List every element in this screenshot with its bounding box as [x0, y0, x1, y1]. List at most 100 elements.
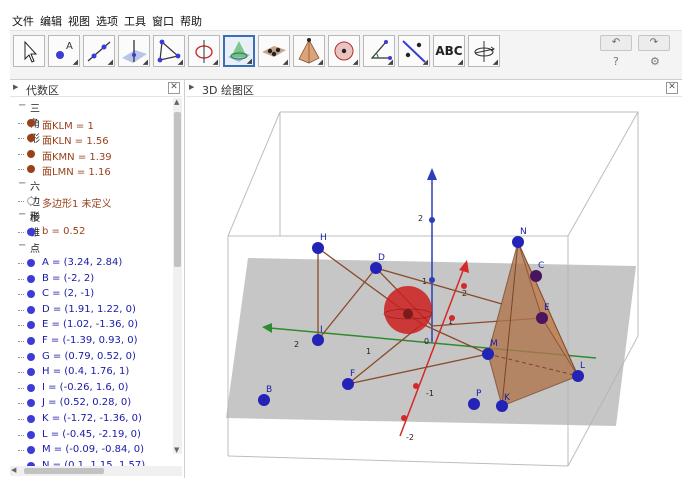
algebra-item[interactable]: M = (-0.09, -0.84, 0) — [10, 443, 170, 458]
algebra-item[interactable]: 面LMN = 1.16 — [10, 162, 170, 179]
visibility-toggle-icon[interactable] — [27, 149, 35, 158]
collapse-minus-icon[interactable]: − — [18, 240, 26, 251]
visibility-toggle-icon[interactable] — [27, 368, 35, 377]
algebra-scroll-thumb[interactable] — [174, 112, 181, 267]
graphics-3d-canvas[interactable]: 2 1 2 1 2 1 0 -1 -2 H D N C E I M F B P … — [186, 96, 682, 478]
collapse-minus-icon[interactable]: − — [18, 209, 26, 220]
point-P[interactable] — [468, 398, 480, 410]
visibility-toggle-icon[interactable] — [27, 134, 35, 143]
point-L[interactable] — [572, 370, 584, 382]
sphere-tool-button[interactable]: ◢ — [328, 35, 360, 67]
algebra-close-icon[interactable]: ✕ — [168, 82, 180, 94]
algebra-item[interactable]: D = (1.91, 1.22, 0) — [10, 303, 170, 318]
algebra-item[interactable]: 面KLN = 1.56 — [10, 131, 170, 147]
point-E[interactable] — [536, 312, 548, 324]
collapse-triangle-icon[interactable]: ▶ — [189, 83, 194, 91]
visibility-toggle-icon[interactable] — [27, 118, 35, 127]
algebra-hscrollbar[interactable]: ◀ — [10, 466, 182, 476]
algebra-item-text: K = (-1.72, -1.36, 0) — [42, 413, 142, 424]
collapse-minus-icon[interactable]: − — [18, 100, 26, 111]
visibility-toggle-icon[interactable] — [27, 227, 35, 236]
menu-bar: 文件 编辑 视图 选项 工具 窗口 帮助 — [10, 10, 682, 31]
help-icon[interactable]: ? — [613, 55, 619, 68]
menu-view[interactable]: 视图 — [68, 13, 90, 29]
graphics-close-icon[interactable]: ✕ — [666, 82, 678, 94]
algebra-hscroll-thumb[interactable] — [24, 468, 104, 474]
circle-axis-tool-button[interactable]: ◢ — [188, 35, 220, 67]
algebra-item[interactable]: E = (1.02, -1.36, 0) — [10, 318, 170, 333]
point-M[interactable] — [482, 348, 494, 360]
perpendicular-tool-button[interactable]: ◢ — [118, 35, 150, 67]
algebra-item[interactable]: B = (-2, 2) — [10, 272, 170, 287]
algebra-item[interactable]: H = (0.4, 1.76, 1) — [10, 365, 170, 380]
intersect-tool-button[interactable]: ◢ — [223, 35, 255, 67]
algebra-item[interactable]: K = (-1.72, -1.36, 0) — [10, 412, 170, 427]
tree-connector — [18, 325, 24, 327]
visibility-toggle-icon[interactable] — [27, 415, 35, 423]
visibility-toggle-icon[interactable] — [27, 430, 35, 439]
visibility-toggle-icon[interactable] — [27, 274, 35, 283]
scroll-left-icon[interactable]: ◀ — [11, 466, 16, 474]
algebra-item[interactable]: 多边形1 未定义 — [10, 194, 170, 210]
visibility-toggle-icon[interactable] — [27, 165, 35, 174]
algebra-item[interactable]: L = (-0.45, -2.19, 0) — [10, 428, 170, 443]
visibility-toggle-icon[interactable] — [27, 321, 35, 330]
menu-edit[interactable]: 编辑 — [40, 13, 62, 29]
menu-window[interactable]: 窗口 — [152, 13, 174, 29]
point-I[interactable] — [312, 334, 324, 346]
menu-help[interactable]: 帮助 — [180, 13, 202, 29]
redo-button[interactable]: ↷ — [638, 35, 670, 51]
visibility-toggle-icon[interactable] — [27, 337, 35, 345]
undo-button[interactable]: ↶ — [600, 35, 632, 51]
algebra-item[interactable]: A = (3.24, 2.84) — [10, 256, 170, 271]
algebra-item[interactable]: J = (0.52, 0.28, 0) — [10, 396, 170, 411]
visibility-toggle-icon[interactable] — [27, 399, 35, 408]
algebra-item[interactable]: 面KLM = 1 — [10, 116, 170, 132]
visibility-toggle-icon[interactable] — [27, 259, 35, 267]
algebra-item[interactable]: C = (2, -1) — [10, 287, 170, 302]
angle-tool-button[interactable]: ◢ — [363, 35, 395, 67]
point-tool-button[interactable]: A ◢ — [48, 35, 80, 67]
plane-tool-button[interactable]: ◢ — [258, 35, 290, 67]
algebra-item-text: 面LMN = 1.16 — [42, 167, 111, 179]
menu-options[interactable]: 选项 — [96, 13, 118, 29]
algebra-item[interactable]: b = 0.52 — [10, 225, 170, 240]
visibility-toggle-icon[interactable] — [27, 352, 35, 361]
collapse-minus-icon[interactable]: − — [18, 178, 26, 189]
polygon-tool-button[interactable]: ◢ — [153, 35, 185, 67]
point-F[interactable] — [342, 378, 354, 390]
x-axis-point — [413, 383, 419, 389]
visibility-toggle-icon[interactable] — [27, 305, 35, 314]
visibility-toggle-icon[interactable] — [27, 196, 35, 205]
algebra-item[interactable]: F = (-1.39, 0.93, 0) — [10, 334, 170, 349]
scroll-down-icon[interactable]: ▼ — [174, 446, 179, 454]
label-F: F — [350, 369, 355, 379]
scroll-up-icon[interactable]: ▲ — [174, 98, 179, 106]
visibility-toggle-icon[interactable] — [27, 290, 35, 299]
tree-connector — [18, 294, 24, 296]
pyramid-tool-button[interactable]: ◢ — [293, 35, 325, 67]
point-D[interactable] — [370, 262, 382, 274]
point-C[interactable] — [530, 270, 542, 282]
point-N[interactable] — [512, 236, 524, 248]
svg-text:A: A — [66, 41, 73, 52]
graphics-3d-view[interactable]: ▶ 3D 绘图区 ✕ 2 1 2 1 2 1 0 -1 -2 H D N C E… — [186, 80, 682, 478]
reflect-tool-button[interactable]: ◢ — [398, 35, 430, 67]
algebra-item[interactable]: 面KMN = 1.39 — [10, 147, 170, 163]
visibility-toggle-icon[interactable] — [27, 446, 35, 455]
tree-connector — [18, 403, 24, 405]
algebra-item[interactable]: G = (0.79, 0.52, 0) — [10, 350, 170, 365]
rotate-view-tool-button[interactable]: ◢ — [468, 35, 500, 67]
algebra-scrollbar[interactable]: ▲ ▼ — [173, 98, 182, 454]
point-H[interactable] — [312, 242, 324, 254]
point-B[interactable] — [258, 394, 270, 406]
move-tool-button[interactable] — [13, 35, 45, 67]
line-tool-button[interactable]: ◢ — [83, 35, 115, 67]
settings-icon[interactable]: ⚙ — [650, 55, 660, 68]
menu-file[interactable]: 文件 — [12, 13, 34, 29]
menu-tools[interactable]: 工具 — [124, 13, 146, 29]
visibility-toggle-icon[interactable] — [27, 383, 35, 392]
collapse-triangle-icon[interactable]: ▶ — [13, 83, 18, 91]
text-tool-button[interactable]: ABC ◢ — [433, 35, 465, 67]
algebra-item[interactable]: I = (-0.26, 1.6, 0) — [10, 381, 170, 396]
